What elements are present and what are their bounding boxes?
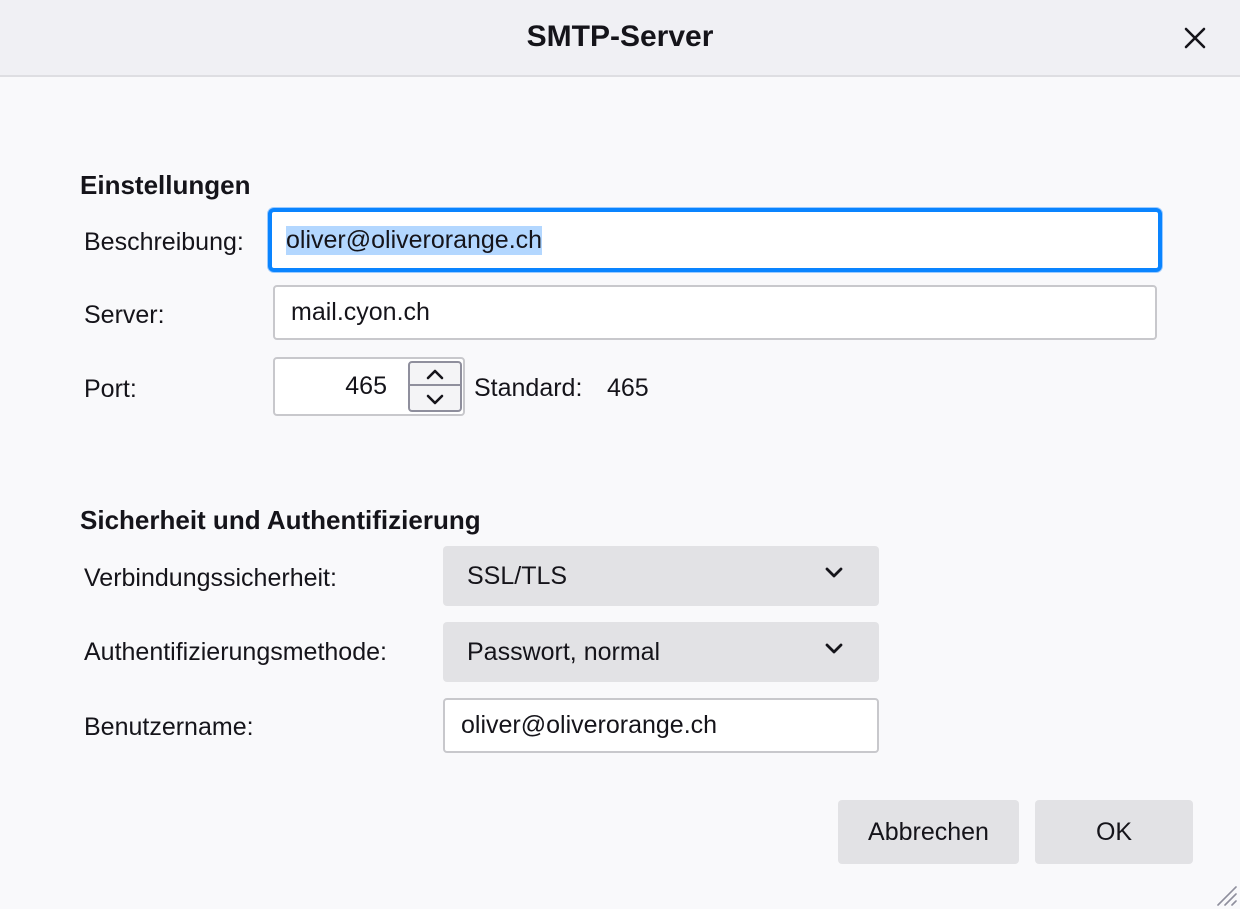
port-value: 465 <box>345 372 387 400</box>
username-value: oliver@oliverorange.ch <box>461 711 718 739</box>
port-default-label: Standard: <box>474 374 583 402</box>
chevron-up-icon <box>426 369 444 379</box>
port-spinner <box>408 361 462 412</box>
dialog-title: SMTP-Server <box>526 20 714 53</box>
port-label: Port: <box>84 375 137 403</box>
ok-button[interactable]: OK <box>1035 800 1193 864</box>
server-value: mail.cyon.ch <box>291 298 430 326</box>
auth-method-label: Authentifizierungsmethode: <box>84 638 387 666</box>
chevron-down-icon <box>825 567 843 578</box>
dialog-titlebar: SMTP-Server <box>0 0 1240 77</box>
close-button[interactable] <box>1170 14 1220 62</box>
security-heading: Sicherheit und Authentifizierung <box>80 505 481 535</box>
chevron-down-icon <box>426 394 444 404</box>
port-input[interactable]: 465 <box>273 357 465 416</box>
port-increment-button[interactable] <box>410 363 460 386</box>
settings-heading: Einstellungen <box>80 170 251 200</box>
cancel-button[interactable]: Abbrechen <box>838 800 1019 864</box>
server-label: Server: <box>84 301 165 329</box>
description-input[interactable]: oliver@oliverorange.ch <box>268 208 1162 272</box>
description-value: oliver@oliverorange.ch <box>286 225 543 255</box>
username-input[interactable]: oliver@oliverorange.ch <box>443 698 879 753</box>
auth-method-select[interactable]: Passwort, normal <box>443 622 879 682</box>
port-default-value: 465 <box>607 374 649 402</box>
resize-grip-icon[interactable] <box>1212 881 1238 907</box>
connection-security-select[interactable]: SSL/TLS <box>443 546 879 606</box>
description-label: Beschreibung: <box>84 228 244 256</box>
chevron-down-icon <box>825 643 843 654</box>
username-label: Benutzername: <box>84 713 254 741</box>
connection-security-value: SSL/TLS <box>467 561 568 590</box>
auth-method-value: Passwort, normal <box>467 637 661 666</box>
close-icon <box>1184 27 1206 49</box>
port-decrement-button[interactable] <box>410 388 460 411</box>
connection-security-label: Verbindungssicherheit: <box>84 564 337 592</box>
server-input[interactable]: mail.cyon.ch <box>273 285 1157 340</box>
